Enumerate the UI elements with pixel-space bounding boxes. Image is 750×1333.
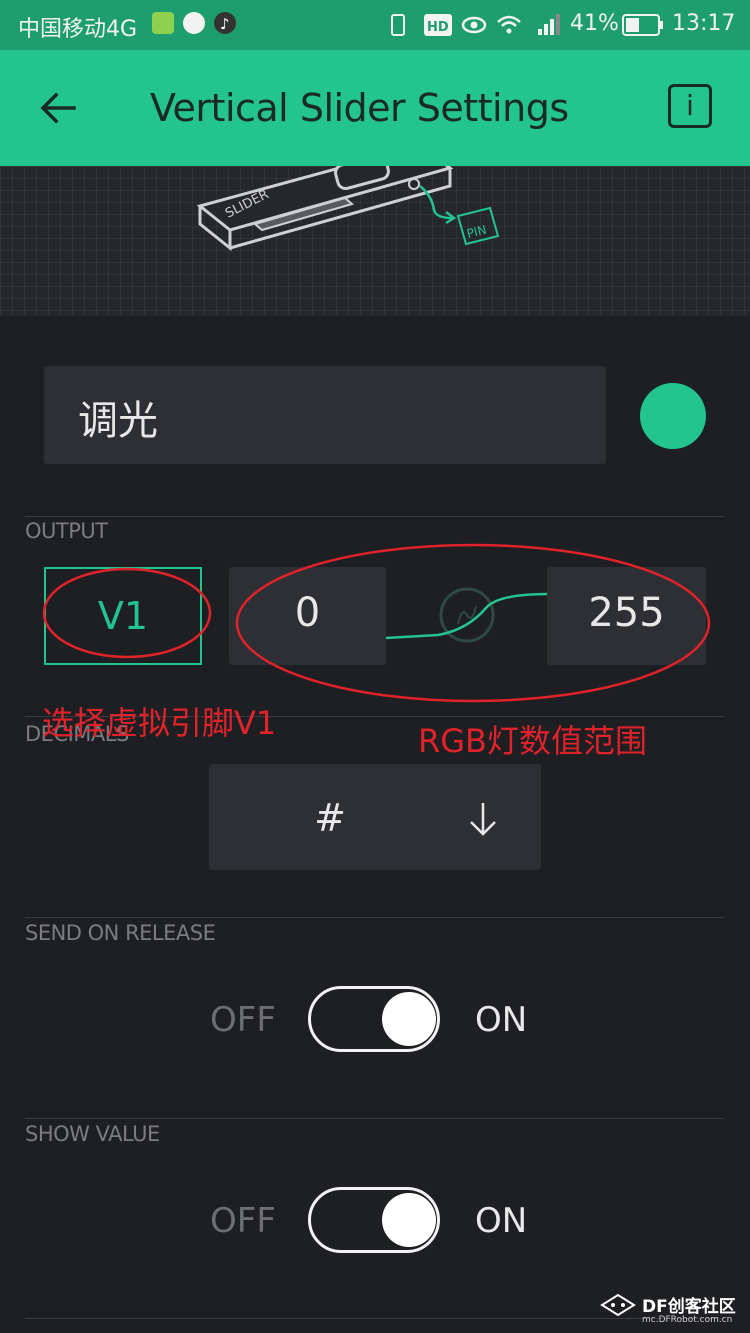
show-value-off-label: OFF [210, 1201, 276, 1241]
send-on-release-toggle[interactable] [308, 986, 440, 1052]
show-value-toggle[interactable] [308, 1187, 440, 1253]
annotation-range-note: RGB灯数值范围 [418, 722, 647, 760]
show-value-on-label: ON [475, 1201, 528, 1241]
annotation-pin-note: 选择虚拟引脚V1 [42, 704, 277, 742]
toggle-knob [382, 992, 436, 1046]
send-on-release-off-label: OFF [210, 1000, 276, 1040]
send-on-release-on-label: ON [475, 1000, 528, 1040]
send-on-release-section-label: SEND ON RELEASE [25, 921, 216, 945]
arrow-down-icon [470, 803, 496, 836]
watermark-brand: DF创客社区 [642, 1297, 736, 1317]
watermark-url: mc.DFRobot.com.cn [642, 1315, 733, 1325]
annotation-circles [42, 543, 711, 703]
divider [25, 1118, 724, 1119]
toggle-knob [382, 1193, 436, 1247]
show-value-section-label: SHOW VALUE [25, 1122, 160, 1146]
decimals-value: # [314, 796, 346, 840]
divider [25, 917, 724, 918]
